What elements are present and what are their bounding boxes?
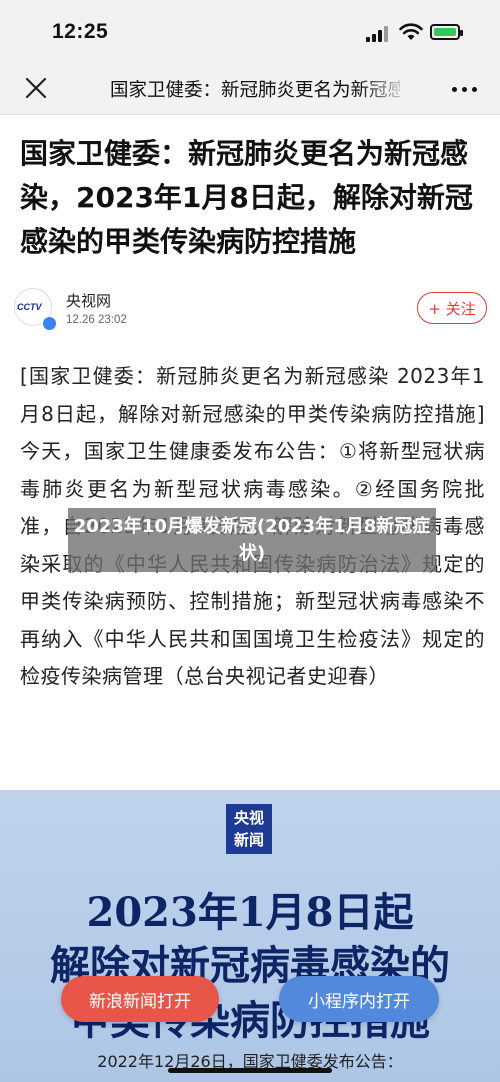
more-icon[interactable] [452,87,478,93]
close-icon[interactable] [22,74,50,102]
overlay-caption: 2023年10月爆发新冠(2023年1月8新冠症状) [68,508,436,572]
home-indicator[interactable] [168,1068,332,1073]
nav-bar: 国家卫健委：新冠肺炎更名为新冠感染，2023年1月8日起，解除对新冠感染的甲类传… [0,62,500,115]
logo-line-2: 新闻 [233,831,264,849]
cctv-news-logo: 央视 新闻 [226,804,272,854]
signal-icon [366,26,388,42]
banner-line-1: 2023年1月8日起 [86,889,414,936]
open-in-sina-button[interactable]: 新浪新闻打开 [61,976,219,1022]
cctv-logo-icon: CCTV [17,302,42,312]
status-time: 12:25 [52,20,109,43]
nav-title: 国家卫健委：新冠肺炎更名为新冠感染，2023年1月8日起，解除对新冠感染的甲类传… [110,80,400,101]
article-headline: 国家卫健委：新冠肺炎更名为新冠感染，2023年1月8日起，解除对新冠感染的甲类传… [20,137,473,258]
article-image: 央视 新闻 2023年1月8日起 解除对新冠病毒感染的 甲类传染病防控措施 20… [0,790,500,1082]
battery-icon [430,24,463,40]
author-name[interactable]: 央视网 [66,290,111,311]
logo-line-1: 央视 [233,809,264,827]
publish-date: 12.26 23:02 [66,314,127,326]
verified-icon [42,316,57,331]
status-bar: 12:25 [0,0,500,62]
follow-button[interactable]: + 关注 [417,292,487,324]
wifi-icon [399,23,423,40]
open-in-miniprogram-button[interactable]: 小程序内打开 [279,976,439,1022]
nav-title-fade [360,72,410,102]
